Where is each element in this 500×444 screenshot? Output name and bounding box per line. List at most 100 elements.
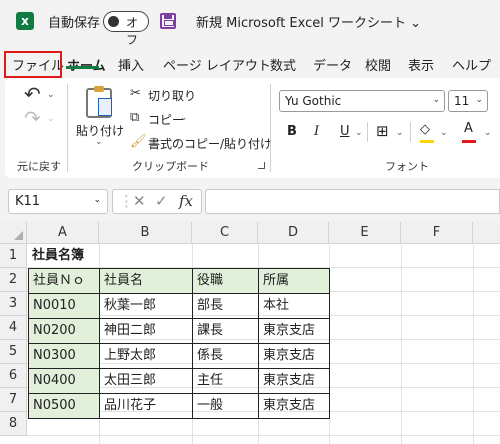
table-cell[interactable]: 主任 xyxy=(192,368,259,394)
table-cell[interactable]: N0200 xyxy=(28,318,100,344)
dialog-launcher-icon[interactable] xyxy=(258,162,265,169)
copy-button[interactable]: コピー xyxy=(148,111,184,128)
cut-button[interactable]: 切り取り xyxy=(148,87,196,104)
clipboard-group-label: クリップボード xyxy=(132,160,209,173)
table-header-cell[interactable]: 社員名 xyxy=(99,268,193,294)
table-cell[interactable]: N0400 xyxy=(28,368,100,394)
table-cell[interactable]: N0010 xyxy=(28,293,100,319)
row-header[interactable]: 3 xyxy=(0,292,27,316)
tab-review[interactable]: 校閲 xyxy=(365,55,391,74)
table-header-cell[interactable]: 社員Ｎｏ xyxy=(28,268,100,294)
table-cell[interactable]: 本社 xyxy=(258,293,330,319)
enter-icon[interactable]: ✓ xyxy=(155,192,168,210)
column-header[interactable]: B xyxy=(99,222,192,244)
table-header-cell[interactable]: 役職 xyxy=(192,268,259,294)
cell-text: N0010 xyxy=(33,298,76,313)
font-size-select[interactable]: 11 ⌄ xyxy=(448,90,488,112)
chevron-down-icon[interactable]: ⌄ xyxy=(484,128,492,138)
table-header-cell[interactable]: 所属 xyxy=(258,268,330,294)
column-header[interactable]: A xyxy=(27,222,99,244)
scissors-icon[interactable]: ✂ xyxy=(130,86,141,101)
tab-formulas[interactable]: 数式 xyxy=(270,55,296,74)
row-header[interactable]: 4 xyxy=(0,316,27,340)
tab-page-layout[interactable]: ページ レイアウト xyxy=(163,55,271,74)
borders-icon[interactable]: ⊞ xyxy=(376,122,389,140)
undo-icon[interactable]: ↶ xyxy=(24,82,41,106)
formula-input[interactable] xyxy=(205,189,500,214)
table-cell[interactable]: N0500 xyxy=(28,393,100,419)
table-cell[interactable]: 係長 xyxy=(192,343,259,369)
copy-icon[interactable]: ⧉ xyxy=(130,110,139,125)
tab-data[interactable]: データ xyxy=(313,55,352,74)
table-cell[interactable]: 東京支店 xyxy=(258,393,330,419)
chevron-down-icon[interactable]: ⌄ xyxy=(47,90,55,100)
paste-icon[interactable] xyxy=(86,86,112,118)
select-all-button[interactable] xyxy=(0,222,27,244)
redo-icon[interactable]: ↷ xyxy=(24,106,41,130)
cell-text: 主任 xyxy=(197,373,224,388)
insert-function-button[interactable]: fx xyxy=(179,192,193,210)
sheet-title-cell[interactable]: 社員名簿 xyxy=(28,244,84,268)
table-cell[interactable]: N0300 xyxy=(28,343,100,369)
cell-text: 東京支店 xyxy=(263,348,316,363)
row-header[interactable]: 1 xyxy=(0,244,27,268)
save-icon[interactable] xyxy=(160,13,176,29)
header-text: 社員名 xyxy=(104,273,144,288)
tab-home[interactable]: ホーム xyxy=(67,55,106,74)
autosave-toggle[interactable]: オフ xyxy=(103,11,149,47)
table-row: N0300 上野太郎 係長 東京支店 xyxy=(28,343,330,369)
row-header[interactable]: 2 xyxy=(0,268,27,292)
table-cell[interactable]: 神田二郎 xyxy=(99,318,193,344)
tab-insert[interactable]: 挿入 xyxy=(118,55,144,74)
table-cell[interactable]: 太田三郎 xyxy=(99,368,193,394)
tab-help[interactable]: ヘルプ xyxy=(452,55,491,74)
italic-button[interactable]: I xyxy=(314,124,319,139)
cancel-icon[interactable]: ✕ xyxy=(133,192,146,210)
tab-view[interactable]: 表示 xyxy=(408,55,434,74)
row-header[interactable]: 7 xyxy=(0,388,27,412)
format-painter-icon[interactable]: 🖌 xyxy=(130,134,147,149)
name-box[interactable]: K11 ⌄ xyxy=(8,189,108,214)
chevron-down-icon[interactable]: ⌄ xyxy=(440,128,448,138)
column-header[interactable]: C xyxy=(192,222,258,244)
font-name-select[interactable]: Yu Gothic ⌄ xyxy=(279,90,445,112)
table-cell[interactable]: 部長 xyxy=(192,293,259,319)
toggle-knob xyxy=(108,16,119,27)
table-cell[interactable]: 東京支店 xyxy=(258,343,330,369)
table-cell[interactable]: 品川花子 xyxy=(99,393,193,419)
group-divider xyxy=(270,84,271,172)
cell-text: 東京支店 xyxy=(263,323,316,338)
font-color-button[interactable]: A xyxy=(464,121,473,136)
fill-color-icon[interactable]: ◇ xyxy=(420,122,430,137)
cell-text: 課長 xyxy=(197,323,224,338)
table-cell[interactable]: 一般 xyxy=(192,393,259,419)
gridline xyxy=(27,435,500,436)
table-cell[interactable]: 東京支店 xyxy=(258,318,330,344)
cell-text: 秋葉一郎 xyxy=(104,298,157,313)
chevron-down-icon[interactable]: ⌄ xyxy=(396,128,404,138)
row-header[interactable]: 6 xyxy=(0,364,27,388)
chevron-down-icon[interactable]: ⌄ xyxy=(355,128,363,138)
document-title[interactable]: 新規 Microsoft Excel ワークシート ⌄ xyxy=(196,12,421,31)
font-size-value: 11 xyxy=(454,94,470,108)
cell-text: 係長 xyxy=(197,348,224,363)
bold-button[interactable]: B xyxy=(287,124,297,139)
cell-text: 上野太郎 xyxy=(104,348,157,363)
row-header[interactable]: 8 xyxy=(0,412,27,436)
underline-button[interactable]: U xyxy=(340,124,350,139)
chevron-down-icon[interactable]: ⌄ xyxy=(180,113,188,123)
cell-text: 神田二郎 xyxy=(104,323,157,338)
chevron-down-icon[interactable]: ⌄ xyxy=(95,137,103,147)
table-cell[interactable]: 課長 xyxy=(192,318,259,344)
column-header[interactable]: D xyxy=(258,222,329,244)
table-cell[interactable]: 東京支店 xyxy=(258,368,330,394)
table-cell[interactable]: 秋葉一郎 xyxy=(99,293,193,319)
table-cell[interactable]: 上野太郎 xyxy=(99,343,193,369)
row-header[interactable]: 5 xyxy=(0,340,27,364)
column-header xyxy=(473,222,500,244)
cell-text: 品川花子 xyxy=(104,398,157,413)
column-header[interactable]: F xyxy=(401,222,473,244)
header-text: 社員Ｎｏ xyxy=(33,273,86,288)
format-painter-button[interactable]: 書式のコピー/貼り付け xyxy=(148,135,272,152)
column-header[interactable]: E xyxy=(329,222,401,244)
